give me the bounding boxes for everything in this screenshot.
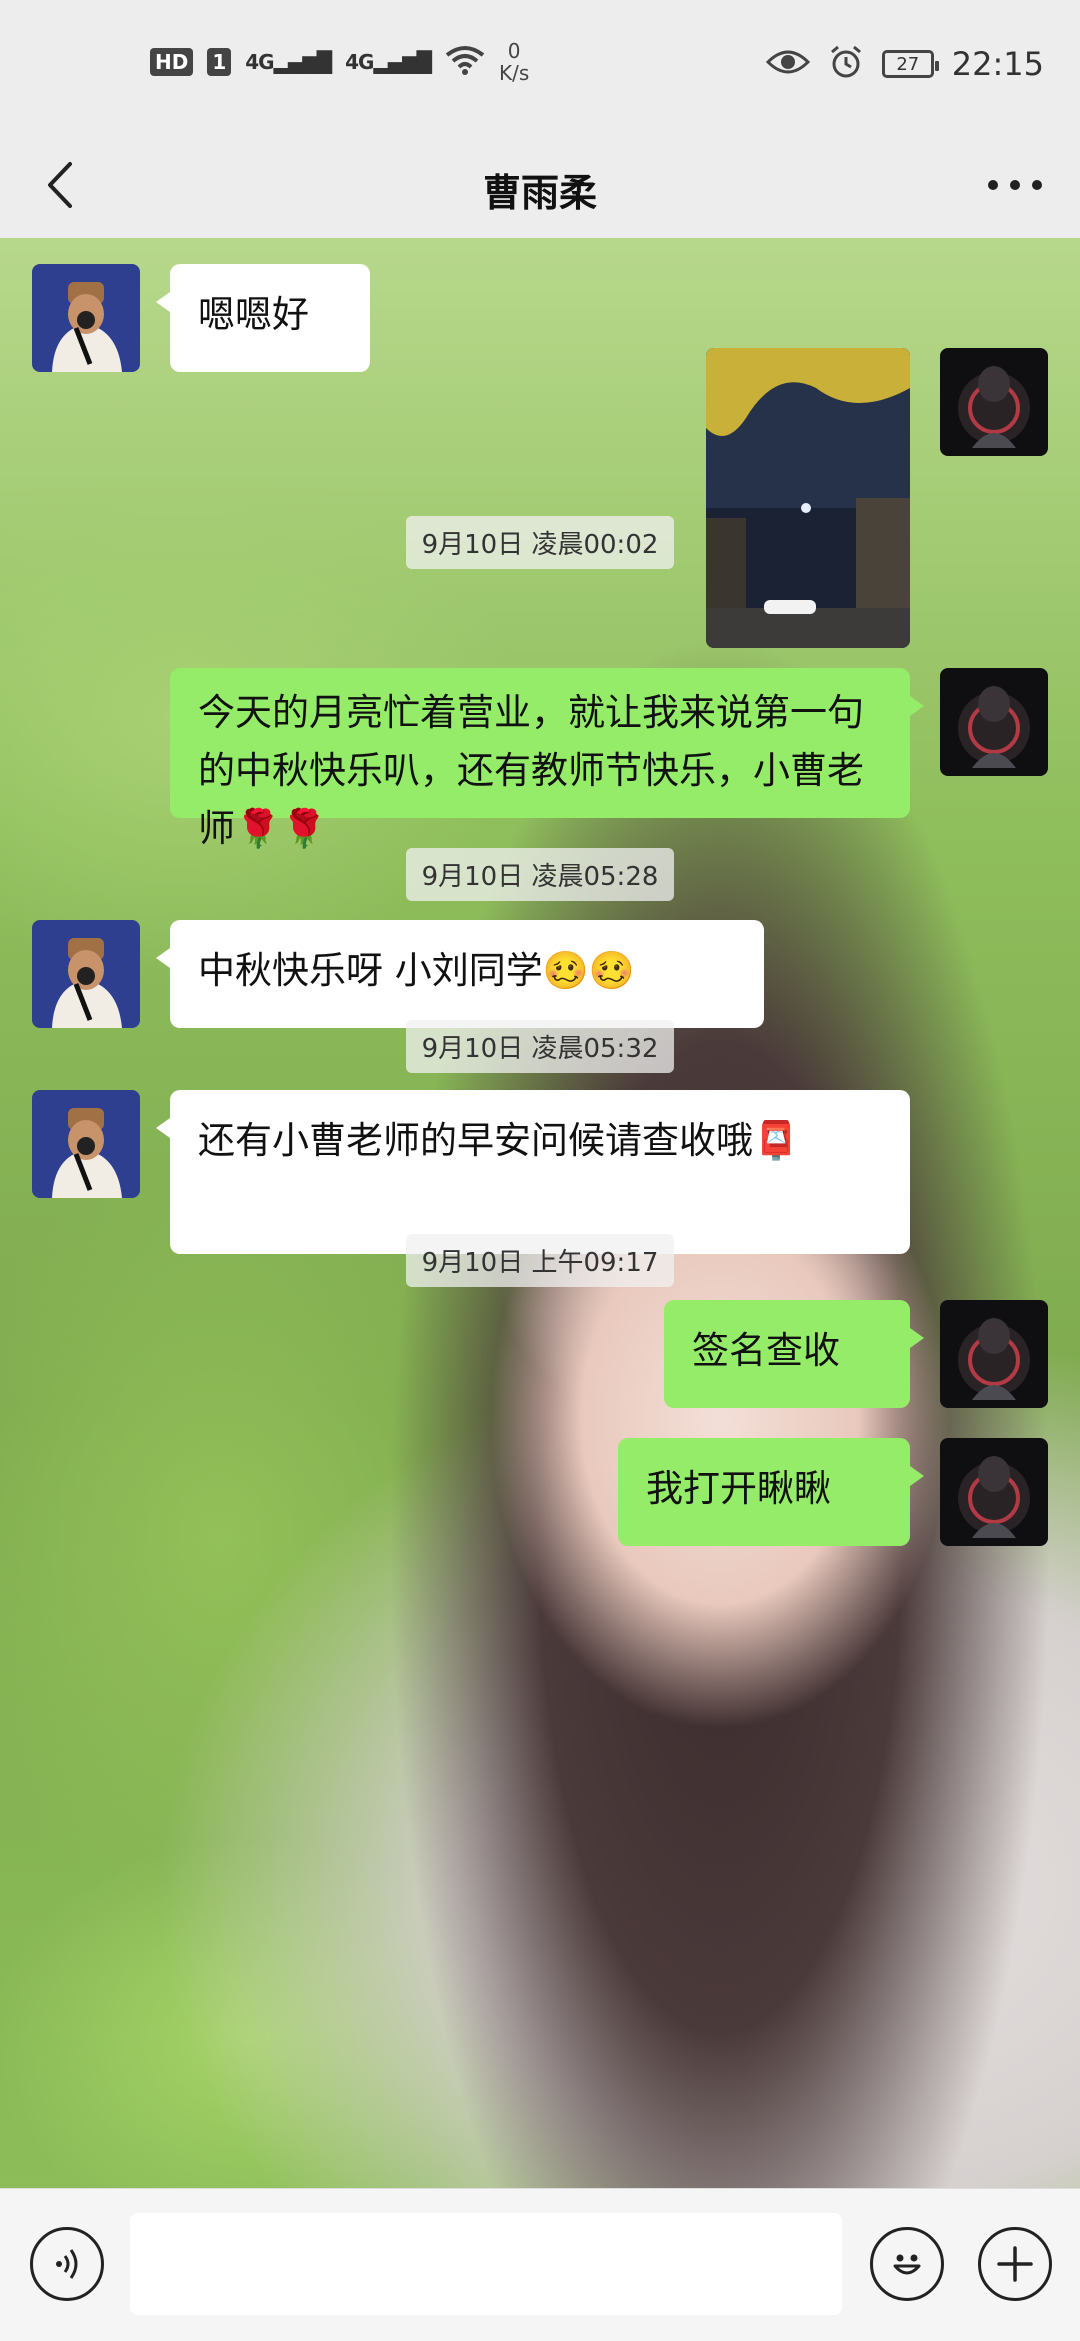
speed-unit: K/s (499, 61, 530, 85)
self-avatar[interactable] (940, 348, 1048, 456)
shared-photo[interactable] (706, 348, 910, 648)
message-input[interactable] (130, 2213, 842, 2315)
message-text: 签名查收 (692, 1329, 840, 1372)
plus-button[interactable] (978, 2227, 1052, 2301)
message-bubble[interactable]: 嗯嗯好 (156, 264, 370, 372)
network-speed: 0 K/s (499, 40, 529, 84)
timestamp: 9月10日 凌晨05:28 (0, 848, 1080, 901)
message-bubble[interactable]: 还有小曹老师的早安问候请查收哦📮 (156, 1090, 910, 1254)
speed-value: 0 (507, 39, 521, 63)
timestamp-text: 9月10日 上午09:17 (405, 1234, 675, 1287)
voice-button[interactable] (30, 2227, 104, 2301)
plus-icon (997, 2246, 1033, 2282)
chat-title: 曹雨柔 (482, 171, 597, 215)
message-bubble[interactable]: 签名查收 (664, 1300, 924, 1408)
contact-avatar[interactable] (32, 264, 140, 372)
self-avatar[interactable] (940, 1300, 1048, 1408)
timestamp: 9月10日 凌晨05:32 (0, 1020, 1080, 1073)
contact-avatar[interactable] (32, 1090, 140, 1198)
timestamp-text: 9月10日 凌晨05:28 (405, 848, 675, 901)
status-right: 27 22:15 (765, 44, 1044, 84)
message-text: 中秋快乐呀 小刘同学🥴🥴 (198, 949, 635, 992)
message-bubble[interactable]: 我打开瞅瞅 (618, 1438, 924, 1546)
message-bubble[interactable]: 中秋快乐呀 小刘同学🥴🥴 (156, 920, 764, 1028)
self-avatar[interactable] (940, 668, 1048, 776)
timestamp-text: 9月10日 凌晨05:32 (405, 1020, 675, 1073)
signal-icon: 4G▂▄▆█ (345, 50, 432, 74)
status-bar: HD 1 4G▂▄▆█ 4G▂▄▆█ 0 K/s 27 22:15 (0, 0, 1080, 132)
network-type-1: 4G (245, 50, 274, 74)
timestamp: 9月10日 上午09:17 (0, 1234, 1080, 1287)
battery-icon: 27 (881, 50, 939, 78)
chat-area[interactable]: 嗯嗯好 9月10日 凌晨00:02 今天的月亮忙着营业，就让我来说第一句的中秋快… (0, 238, 1080, 2188)
chat-header: 曹雨柔 (0, 132, 1080, 239)
message-text: 嗯嗯好 (198, 293, 309, 336)
status-left: HD 1 4G▂▄▆█ 4G▂▄▆█ 0 K/s (150, 40, 529, 84)
emoji-button[interactable] (870, 2227, 944, 2301)
eye-icon (765, 48, 810, 80)
message-bubble[interactable]: 今天的月亮忙着营业，就让我来说第一句的中秋快乐叭，还有教师节快乐，小曹老师🌹🌹 (170, 668, 924, 850)
timestamp-text: 9月10日 凌晨00:02 (405, 516, 675, 569)
clock: 22:15 (951, 45, 1044, 83)
contact-avatar[interactable] (32, 920, 140, 1028)
message-text: 我打开瞅瞅 (646, 1467, 831, 1510)
more-dots-icon (988, 180, 1042, 190)
sim-badge: 1 (207, 48, 232, 76)
hd-badge: HD (150, 48, 194, 76)
message-text: 今天的月亮忙着营业，就让我来说第一句的中秋快乐叭，还有教师节快乐，小曹老师🌹🌹 (198, 691, 864, 850)
signal-icon: 4G▂▄▆█ (245, 50, 332, 74)
message-text: 还有小曹老师的早安问候请查收哦📮 (198, 1119, 800, 1162)
timestamp: 9月10日 凌晨00:02 (0, 516, 1080, 569)
battery-level: 27 (896, 53, 920, 75)
network-type-2: 4G (345, 50, 374, 74)
voice-icon (56, 2249, 78, 2279)
emoji-icon (893, 2254, 921, 2275)
night-moon-photo-icon (706, 348, 910, 648)
self-avatar[interactable] (940, 1438, 1048, 1546)
more-button[interactable] (980, 162, 1050, 208)
wifi-icon (445, 45, 485, 79)
alarm-icon (828, 44, 864, 84)
input-bar (0, 2188, 1080, 2341)
